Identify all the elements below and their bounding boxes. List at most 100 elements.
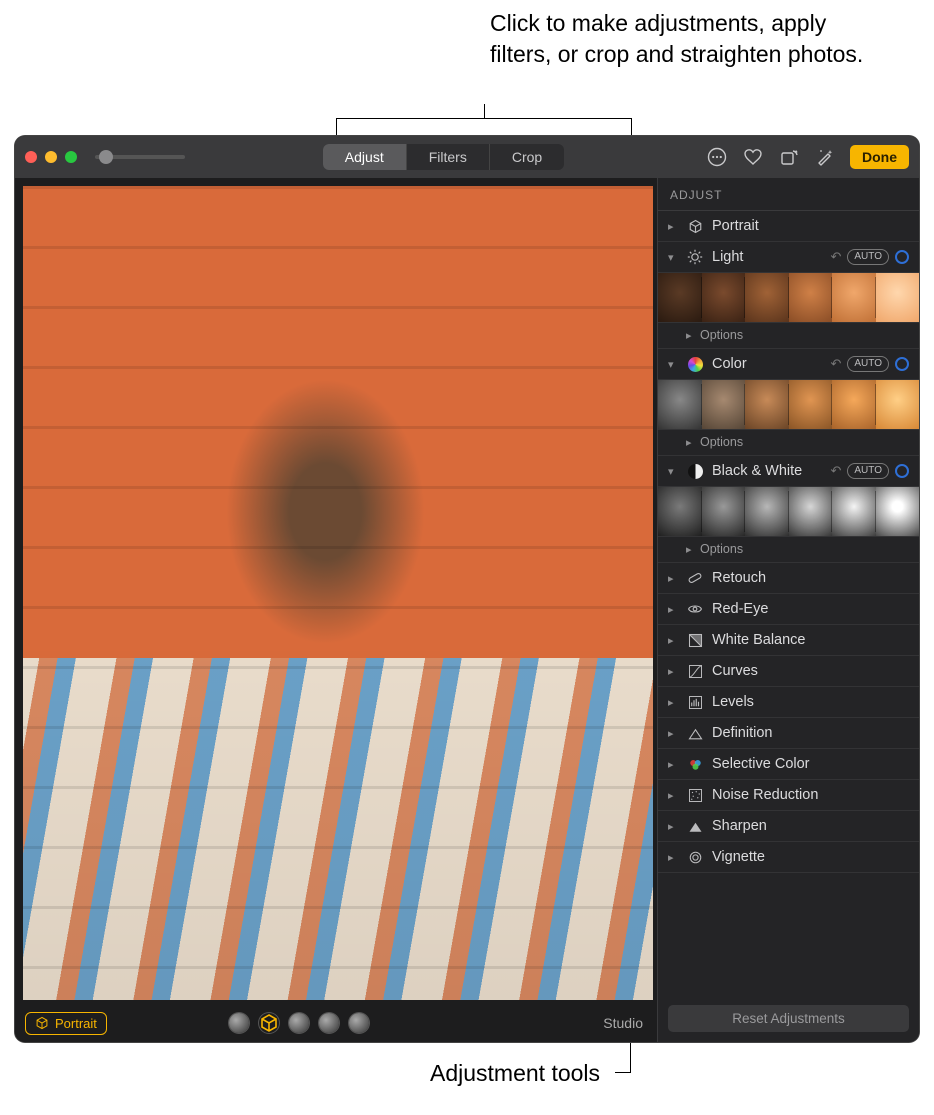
chevron-right-icon[interactable]: ▸ — [686, 543, 694, 556]
light-preset[interactable] — [745, 273, 789, 322]
light-options-row[interactable]: ▸ Options — [658, 323, 919, 349]
callout-text-bottom: Adjustment tools — [430, 1060, 600, 1087]
chevron-right-icon[interactable]: ▸ — [668, 634, 678, 647]
bw-preset[interactable] — [876, 487, 920, 536]
more-icon[interactable] — [702, 142, 732, 172]
chevron-right-icon[interactable]: ▸ — [668, 572, 678, 585]
reset-adjustments-button[interactable]: Reset Adjustments — [668, 1005, 909, 1032]
sidebar-scroll[interactable]: ▸ Portrait ▾ Light ↶ AUTO — [658, 211, 919, 995]
color-preset[interactable] — [789, 380, 833, 429]
color-thumbnail-strip[interactable] — [658, 380, 919, 430]
adjust-row-retouch[interactable]: ▸ Retouch — [658, 563, 919, 594]
adjust-row-noise-reduction[interactable]: ▸ Noise Reduction — [658, 780, 919, 811]
adjust-row-redeye[interactable]: ▸ Red-Eye — [658, 594, 919, 625]
adjust-row-color[interactable]: ▾ Color ↶ AUTO — [658, 349, 919, 380]
reset-row: Reset Adjustments — [658, 995, 919, 1042]
portrait-lighting-bar: Portrait Studio — [15, 1004, 657, 1042]
lighting-effect-picker — [229, 1013, 369, 1033]
adjust-row-light[interactable]: ▾ Light ↶ AUTO — [658, 242, 919, 273]
eye-icon — [686, 601, 704, 617]
chevron-right-icon[interactable]: ▸ — [668, 851, 678, 864]
auto-button[interactable]: AUTO — [847, 463, 889, 479]
minimize-button[interactable] — [45, 151, 57, 163]
lighting-stage-mono[interactable] — [349, 1013, 369, 1033]
light-thumbnail-strip[interactable] — [658, 273, 919, 323]
tab-crop[interactable]: Crop — [490, 144, 564, 170]
chevron-right-icon[interactable]: ▸ — [668, 665, 678, 678]
light-preset[interactable] — [876, 273, 920, 322]
chevron-right-icon[interactable]: ▸ — [668, 727, 678, 740]
adjust-row-levels[interactable]: ▸ Levels — [658, 687, 919, 718]
options-label: Options — [700, 328, 743, 342]
bw-icon — [686, 464, 704, 479]
chevron-down-icon[interactable]: ▾ — [668, 465, 678, 478]
bw-preset[interactable] — [789, 487, 833, 536]
light-preset[interactable] — [789, 273, 833, 322]
lighting-contour[interactable] — [289, 1013, 309, 1033]
tab-filters[interactable]: Filters — [407, 144, 490, 170]
color-options-row[interactable]: ▸Options — [658, 430, 919, 456]
fullscreen-button[interactable] — [65, 151, 77, 163]
rotate-icon[interactable] — [774, 142, 804, 172]
chevron-down-icon[interactable]: ▾ — [668, 251, 678, 264]
lighting-natural[interactable] — [229, 1013, 249, 1033]
auto-button[interactable]: AUTO — [847, 249, 889, 265]
adjust-row-portrait[interactable]: ▸ Portrait — [658, 211, 919, 242]
portrait-badge[interactable]: Portrait — [25, 1012, 107, 1035]
undo-icon[interactable]: ↶ — [830, 249, 841, 265]
bw-preset[interactable] — [702, 487, 746, 536]
chevron-right-icon[interactable]: ▸ — [668, 220, 678, 233]
lighting-studio[interactable] — [259, 1013, 279, 1033]
tab-adjust[interactable]: Adjust — [323, 144, 407, 170]
adjust-row-sharpen[interactable]: ▸ Sharpen — [658, 811, 919, 842]
light-preset[interactable] — [658, 273, 702, 322]
row-label: Retouch — [712, 570, 909, 586]
adjust-row-white-balance[interactable]: ▸ White Balance — [658, 625, 919, 656]
row-label: Light — [712, 249, 822, 265]
color-preset[interactable] — [832, 380, 876, 429]
chevron-right-icon[interactable]: ▸ — [668, 603, 678, 616]
undo-icon[interactable]: ↶ — [830, 356, 841, 372]
chevron-right-icon[interactable]: ▸ — [668, 758, 678, 771]
zoom-slider[interactable] — [95, 155, 185, 159]
auto-button[interactable]: AUTO — [847, 356, 889, 372]
close-button[interactable] — [25, 151, 37, 163]
adjust-row-vignette[interactable]: ▸ Vignette — [658, 842, 919, 873]
bw-preset[interactable] — [832, 487, 876, 536]
editor-body: Portrait Studio ADJUST ▸ — [15, 178, 919, 1042]
bw-preset[interactable] — [745, 487, 789, 536]
chevron-right-icon[interactable]: ▸ — [668, 696, 678, 709]
chevron-right-icon[interactable]: ▸ — [686, 329, 694, 342]
color-preset[interactable] — [702, 380, 746, 429]
color-preset[interactable] — [745, 380, 789, 429]
enable-toggle[interactable] — [895, 464, 909, 478]
chevron-right-icon[interactable]: ▸ — [668, 820, 678, 833]
chevron-right-icon[interactable]: ▸ — [668, 789, 678, 802]
color-preset[interactable] — [658, 380, 702, 429]
light-preset[interactable] — [702, 273, 746, 322]
row-label: Curves — [712, 663, 909, 679]
chevron-down-icon[interactable]: ▾ — [668, 358, 678, 371]
callout-text-top: Click to make adjustments, apply filters… — [490, 8, 890, 70]
photo-canvas[interactable] — [23, 186, 653, 1000]
app-window: Adjust Filters Crop Done P — [15, 136, 919, 1042]
lighting-stage[interactable] — [319, 1013, 339, 1033]
done-button[interactable]: Done — [850, 145, 909, 169]
enable-toggle[interactable] — [895, 250, 909, 264]
bw-thumbnail-strip[interactable] — [658, 487, 919, 537]
adjust-row-selective-color[interactable]: ▸ Selective Color — [658, 749, 919, 780]
bw-preset[interactable] — [658, 487, 702, 536]
adjust-row-bw[interactable]: ▾ Black & White ↶ AUTO — [658, 456, 919, 487]
enable-toggle[interactable] — [895, 357, 909, 371]
callout-bracket — [336, 118, 632, 136]
adjust-row-definition[interactable]: ▸ Definition — [658, 718, 919, 749]
color-preset[interactable] — [876, 380, 920, 429]
white-balance-icon — [686, 633, 704, 648]
chevron-right-icon[interactable]: ▸ — [686, 436, 694, 449]
light-preset[interactable] — [832, 273, 876, 322]
auto-enhance-icon[interactable] — [810, 142, 840, 172]
undo-icon[interactable]: ↶ — [830, 463, 841, 479]
adjust-row-curves[interactable]: ▸ Curves — [658, 656, 919, 687]
favorite-icon[interactable] — [738, 142, 768, 172]
bw-options-row[interactable]: ▸Options — [658, 537, 919, 563]
